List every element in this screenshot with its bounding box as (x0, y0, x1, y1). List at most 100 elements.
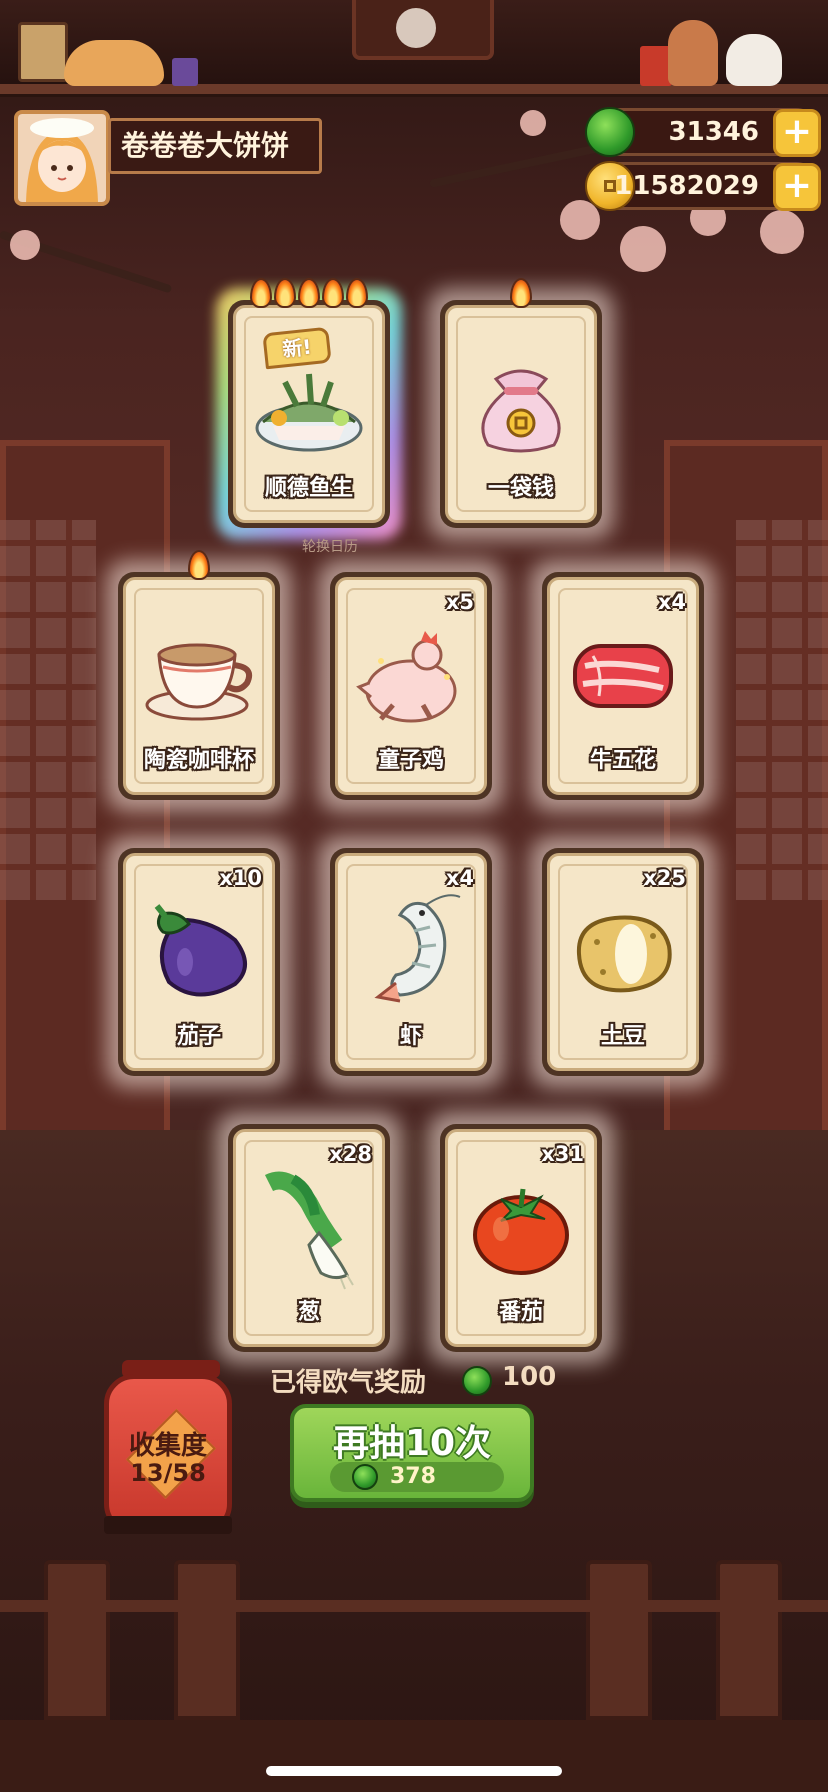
potato-icon (563, 902, 683, 1006)
lucky-reward-label: 已得欧气奖励 (270, 1368, 427, 1398)
card-face: 番茄 x31 (445, 1129, 597, 1347)
blossom-icon (760, 210, 804, 254)
white-cat-icon (726, 34, 782, 86)
calendar-label: 轮换日历 (302, 539, 358, 555)
card-face: 葱 x28 (233, 1129, 385, 1347)
flame-icon (346, 278, 368, 308)
eggplant-icon (139, 892, 259, 1016)
item-card[interactable]: 茄子 x10 (118, 848, 280, 1076)
new-badge: 新! (262, 326, 332, 370)
tomato-icon (461, 1173, 581, 1287)
flame-icon (188, 550, 210, 580)
gold-currency-bar: 11582029 + (585, 161, 821, 211)
chef-figure-icon (668, 20, 718, 86)
jade-currency-bar: 31346 + (585, 107, 821, 157)
card-face: 茄子 x10 (123, 853, 275, 1071)
chicken-icon (351, 621, 471, 735)
item-card[interactable]: 顺德鱼生 新! (228, 278, 390, 528)
collection-progress: 13/58 (130, 1459, 206, 1487)
fence-post (716, 1560, 782, 1720)
cat-portrait-icon (396, 8, 436, 48)
collection-label: 收集度 (128, 1431, 207, 1461)
card-count: x4 (445, 866, 474, 890)
card-face: 牛五花 x4 (547, 577, 699, 795)
fence-base (0, 1720, 828, 1792)
item-card[interactable]: 陶瓷咖啡杯 (118, 550, 280, 800)
rarity-flames (440, 278, 602, 312)
card-count: x31 (541, 1142, 584, 1166)
card-name: 茄子 (176, 1024, 221, 1049)
fence-post (586, 1560, 652, 1720)
flame-icon (322, 278, 344, 308)
item-card[interactable]: 土豆 x25 (542, 848, 704, 1076)
card-name: 葱 (297, 1300, 320, 1325)
item-card[interactable]: 童子鸡 x5 (330, 572, 492, 800)
right-window-lattice (736, 520, 828, 900)
blossom-icon (10, 230, 40, 260)
draw-cost: 378 (330, 1462, 504, 1492)
draw-again-label: 再抽10次 (332, 1423, 492, 1464)
card-name: 陶瓷咖啡杯 (143, 748, 254, 773)
card-name: 牛五花 (589, 748, 656, 773)
card-face: 虾 x4 (335, 853, 487, 1071)
fence-rail (0, 1600, 828, 1612)
rarity-flames (118, 550, 280, 584)
jade-coin-icon (352, 1464, 378, 1490)
money-bag-icon (466, 349, 576, 463)
card-name: 虾 (399, 1024, 422, 1049)
card-face: 一袋钱 (445, 305, 597, 523)
lantern-base (104, 1516, 232, 1534)
fence-post (44, 1560, 110, 1720)
orange-cat-icon (64, 40, 164, 86)
draw-cost-value: 378 (390, 1464, 436, 1489)
fence-post (174, 1560, 240, 1720)
item-card[interactable]: 牛五花 x4 (542, 572, 704, 800)
add-gold-button[interactable]: + (773, 163, 821, 211)
card-face: 顺德鱼生 新! (233, 305, 385, 523)
draw-again-button[interactable]: 再抽10次 378 (290, 1404, 534, 1502)
gold-amount: 11582029 (614, 171, 759, 201)
flame-icon (298, 278, 320, 308)
book-icon (172, 58, 198, 86)
flame-icon (250, 278, 272, 308)
jade-amount: 31346 (668, 117, 759, 147)
item-card[interactable]: 葱 x28 (228, 1124, 390, 1352)
card-name: 顺德鱼生 (264, 476, 353, 501)
card-name: 童子鸡 (377, 748, 444, 773)
flame-icon (274, 278, 296, 308)
flame-icon (510, 278, 532, 308)
jade-coin-icon (585, 107, 635, 157)
card-face: 陶瓷咖啡杯 (123, 577, 275, 795)
blossom-icon (520, 110, 546, 136)
avatar-portrait-icon (18, 114, 106, 202)
card-count: x28 (329, 1142, 372, 1166)
coffee-cup-icon (139, 621, 259, 735)
card-face: 童子鸡 x5 (335, 577, 487, 795)
left-window-lattice (0, 520, 96, 900)
card-name: 番茄 (498, 1300, 543, 1325)
player-avatar[interactable] (14, 110, 110, 206)
home-indicator[interactable] (266, 1766, 562, 1776)
card-name: 土豆 (600, 1024, 645, 1049)
collection-lantern[interactable]: 收集度 13/58 (104, 1374, 232, 1534)
lucky-reward-value: 100 (502, 1362, 557, 1392)
rarity-flames (228, 278, 390, 312)
card-count: x4 (657, 590, 686, 614)
player-name: 卷卷卷大饼饼 (108, 118, 322, 174)
card-count: x10 (219, 866, 262, 890)
card-count: x5 (445, 590, 474, 614)
card-name: 一袋钱 (487, 476, 554, 501)
beef-icon (563, 626, 683, 730)
paw-poster-icon (18, 22, 68, 82)
jade-coin-icon (462, 1366, 492, 1396)
scallion-icon (249, 1163, 369, 1297)
add-jade-button[interactable]: + (773, 109, 821, 157)
item-card[interactable]: 虾 x4 (330, 848, 492, 1076)
card-face: 土豆 x25 (547, 853, 699, 1071)
card-count: x25 (643, 866, 686, 890)
shrimp-icon (356, 887, 466, 1021)
blossom-icon (620, 226, 666, 272)
hanging-portrait (352, 0, 494, 60)
item-card[interactable]: 一袋钱 (440, 278, 602, 528)
item-card[interactable]: 番茄 x31 (440, 1124, 602, 1352)
